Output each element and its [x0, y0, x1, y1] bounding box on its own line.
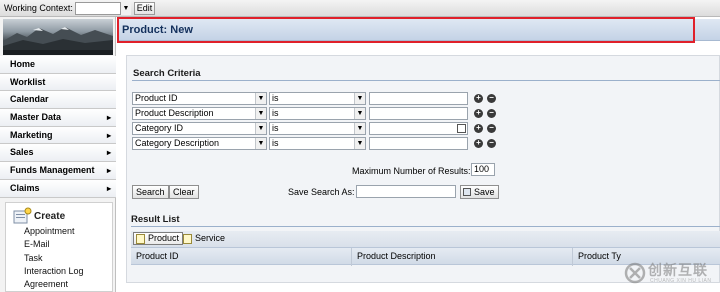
document-icon: [136, 234, 145, 244]
add-row-icon[interactable]: +: [474, 139, 483, 148]
chevron-down-icon: ▼: [255, 138, 266, 149]
context-bar: Working Context: ▼ Edit: [0, 0, 720, 17]
left-navigation-panel: Home Worklist Calendar Master Data ▸ Mark…: [0, 17, 116, 292]
watermark-logo-icon: [624, 262, 646, 284]
create-title: Create: [34, 211, 66, 222]
nav-item-claims[interactable]: Claims ▸: [0, 179, 116, 198]
chevron-right-icon: ▸: [106, 166, 111, 176]
search-button[interactable]: Search: [132, 185, 169, 199]
nav-item-home[interactable]: Home: [0, 56, 116, 74]
remove-row-icon[interactable]: −: [487, 94, 496, 103]
highlight-frame: [117, 17, 695, 43]
nav-item-sales[interactable]: Sales ▸: [0, 144, 116, 163]
criteria-operator-select[interactable]: is ▼: [269, 92, 366, 105]
create-link-task[interactable]: Task: [24, 252, 84, 265]
tab-product[interactable]: Product: [133, 232, 184, 245]
chevron-right-icon: ▸: [106, 130, 111, 140]
criteria-value-input[interactable]: [369, 122, 468, 135]
criteria-operator-select[interactable]: is ▼: [269, 107, 366, 120]
chevron-down-icon: ▼: [354, 123, 365, 134]
add-row-icon[interactable]: +: [474, 94, 483, 103]
criteria-value-input[interactable]: [369, 92, 468, 105]
max-results-input[interactable]: 100: [471, 163, 495, 176]
chevron-down-icon: ▼: [354, 108, 365, 119]
create-link-interaction-log[interactable]: Interaction Log: [24, 265, 84, 278]
create-link-email[interactable]: E-Mail: [24, 238, 84, 251]
remove-row-icon[interactable]: −: [487, 139, 496, 148]
header-landscape-image: [3, 19, 113, 55]
result-toolbar: Product Service: [131, 231, 720, 247]
tab-service[interactable]: Service: [181, 233, 228, 246]
result-list-title: Result List: [131, 214, 180, 225]
save-icon: [463, 188, 471, 196]
nav-item-worklist[interactable]: Worklist: [0, 73, 116, 92]
chevron-right-icon: ▸: [106, 183, 111, 193]
working-context-label: Working Context:: [4, 3, 73, 13]
criteria-field-select[interactable]: Product Description ▼: [132, 107, 267, 120]
column-header-product-id[interactable]: Product ID: [131, 248, 352, 266]
chevron-right-icon: ▸: [106, 113, 111, 123]
chevron-down-icon: ▼: [354, 93, 365, 104]
add-row-icon[interactable]: +: [474, 124, 483, 133]
max-results-label: Maximum Number of Results:: [352, 166, 471, 176]
watermark-text: 创新互联: [648, 263, 708, 279]
nav-item-marketing[interactable]: Marketing ▸: [0, 126, 116, 145]
criteria-operator-select[interactable]: is ▼: [269, 137, 366, 150]
save-search-as-label: Save Search As:: [288, 187, 355, 197]
criteria-field-select[interactable]: Category Description ▼: [132, 137, 267, 150]
divider: [132, 80, 720, 81]
chevron-down-icon: ▼: [255, 93, 266, 104]
remove-row-icon[interactable]: −: [487, 109, 496, 118]
remove-row-icon[interactable]: −: [487, 124, 496, 133]
watermark: 创新互联 CHUANG XIN HU LIAN: [624, 258, 720, 288]
save-button[interactable]: Save: [460, 185, 499, 199]
chevron-down-icon: ▼: [255, 123, 266, 134]
main-menu: Home Worklist Calendar Master Data ▸ Mark…: [0, 56, 116, 198]
create-link-appointment[interactable]: Appointment: [24, 225, 84, 238]
search-panel: Search Criteria Product ID ▼ is ▼ + − Prod…: [126, 55, 720, 283]
create-icon: [11, 207, 33, 225]
chevron-down-icon: ▼: [354, 138, 365, 149]
nav-item-calendar[interactable]: Calendar: [0, 91, 116, 110]
search-criteria-title: Search Criteria: [133, 68, 201, 79]
criteria-value-input[interactable]: [369, 137, 468, 150]
create-links: Appointment E-Mail Task Interaction Log …: [24, 225, 84, 291]
create-panel: Create Appointment E-Mail Task Interacti…: [5, 202, 113, 292]
value-help-icon[interactable]: [457, 124, 466, 133]
chevron-right-icon: ▸: [106, 148, 111, 158]
divider: [131, 226, 720, 227]
watermark-subtext: CHUANG XIN HU LIAN: [650, 278, 712, 284]
criteria-field-select[interactable]: Category ID ▼: [132, 122, 267, 135]
create-link-agreement[interactable]: Agreement: [24, 278, 84, 291]
save-search-input[interactable]: [356, 185, 456, 198]
chevron-down-icon[interactable]: ▼: [120, 2, 131, 15]
criteria-operator-select[interactable]: is ▼: [269, 122, 366, 135]
criteria-value-input[interactable]: [369, 107, 468, 120]
nav-item-master-data[interactable]: Master Data ▸: [0, 109, 116, 127]
edit-button[interactable]: Edit: [134, 2, 155, 15]
main-content: Product: New Search Criteria Product ID ▼…: [117, 17, 720, 292]
column-header-product-description[interactable]: Product Description: [352, 248, 573, 266]
nav-item-funds-management[interactable]: Funds Management ▸: [0, 162, 116, 180]
chevron-down-icon: ▼: [255, 108, 266, 119]
document-icon: [183, 234, 192, 244]
criteria-field-select[interactable]: Product ID ▼: [132, 92, 267, 105]
add-row-icon[interactable]: +: [474, 109, 483, 118]
clear-button[interactable]: Clear: [169, 185, 199, 199]
